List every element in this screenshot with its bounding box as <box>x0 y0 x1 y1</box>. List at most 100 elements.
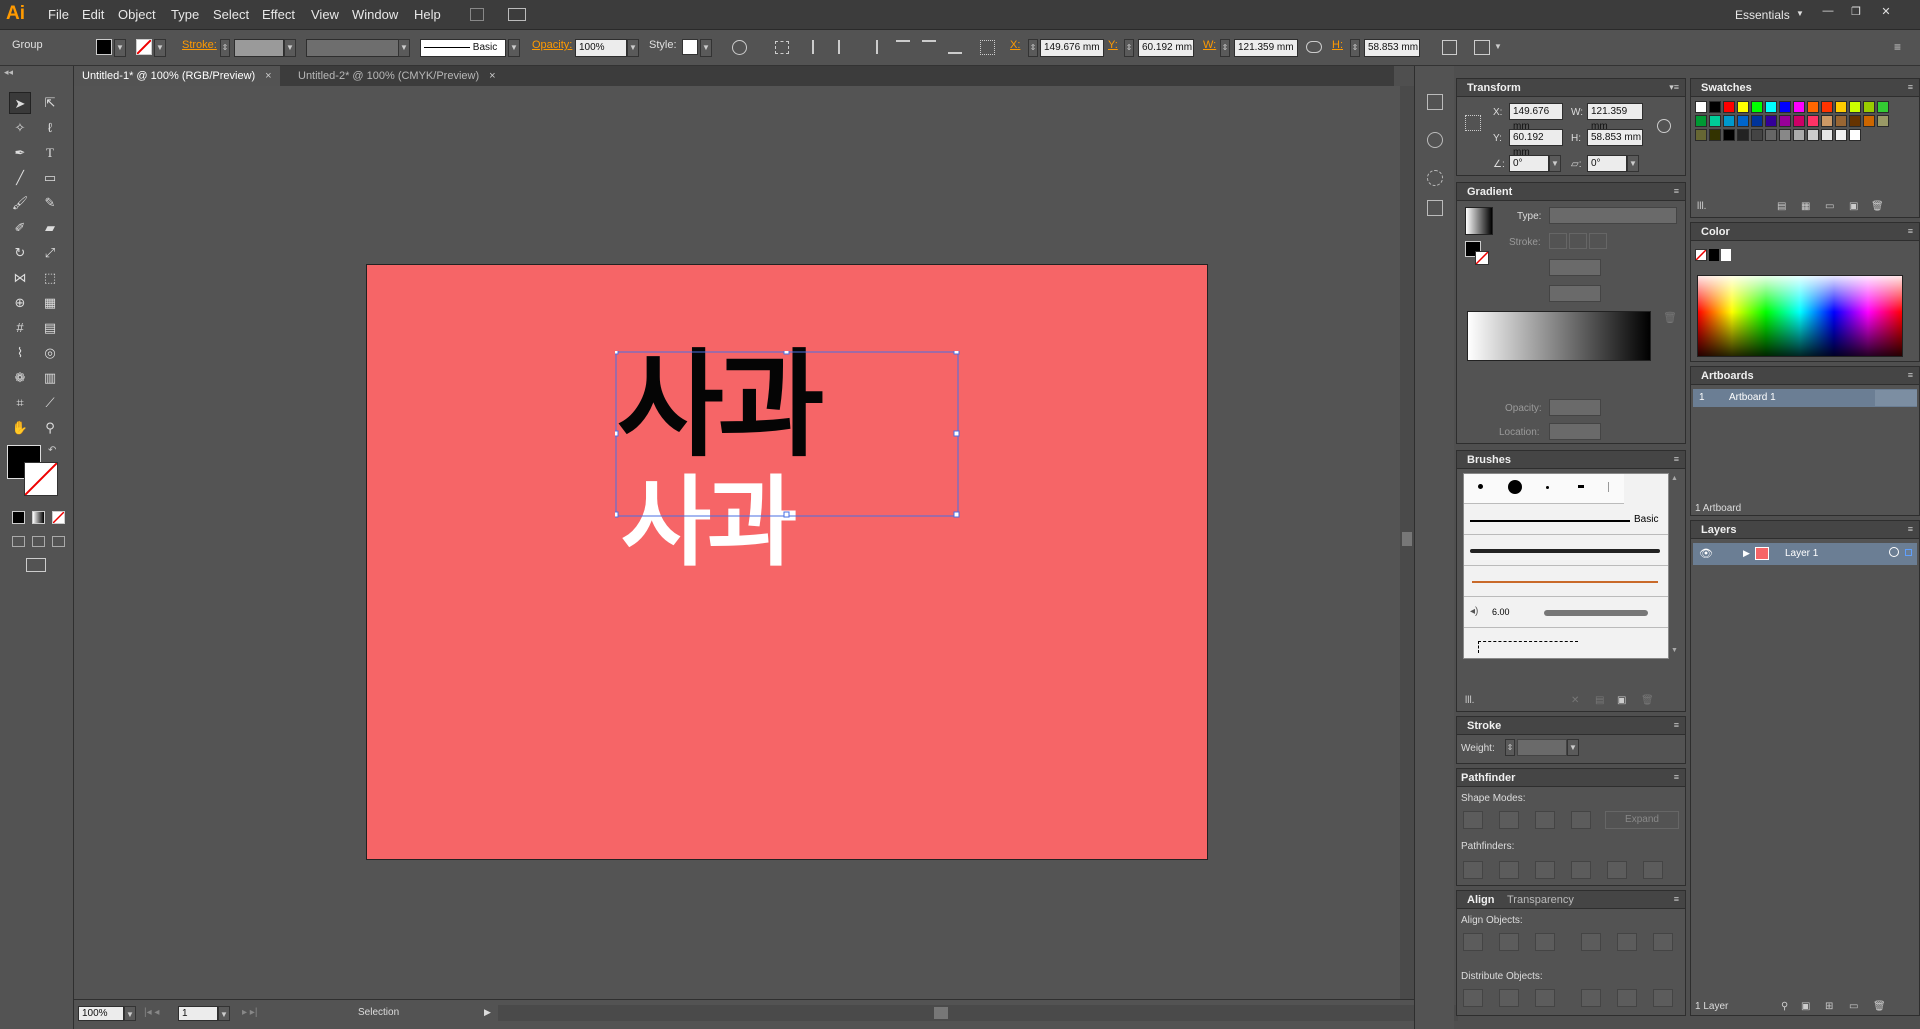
graphic-styles-icon[interactable] <box>1427 200 1443 216</box>
blob-brush-tool-icon[interactable]: ✐ <box>9 217 31 239</box>
navigator-icon[interactable] <box>1427 94 1443 110</box>
horizontal-align-center-icon[interactable] <box>1499 933 1519 951</box>
zoom-field[interactable]: 100% <box>78 1006 124 1021</box>
intersect-icon[interactable] <box>1535 811 1555 829</box>
color-swatch[interactable] <box>1835 101 1847 113</box>
vertical-align-center-icon[interactable] <box>1617 933 1637 951</box>
charcoal-brush-row[interactable] <box>1464 536 1668 566</box>
brush-dropdown[interactable]: ▼ <box>508 39 520 57</box>
line-tool-icon[interactable]: ╱ <box>9 167 31 189</box>
color-swatch[interactable] <box>1695 101 1707 113</box>
swatch-options-icon[interactable]: ▦ <box>1801 201 1810 212</box>
h-label[interactable]: H: <box>1332 39 1343 51</box>
fill-dropdown[interactable]: ▼ <box>114 39 126 57</box>
color-swatch[interactable] <box>1779 129 1791 141</box>
tab-untitled-2[interactable]: Untitled-2* @ 100% (CMYK/Preview) × <box>290 66 504 86</box>
transform-x-field[interactable]: 149.676 mm <box>1509 103 1563 132</box>
panel-menu-icon[interactable]: ≡ <box>1908 370 1913 380</box>
gradient-angle-field[interactable] <box>1549 259 1601 276</box>
stroke-across-icon[interactable] <box>1589 233 1607 249</box>
color-swatch[interactable] <box>1863 115 1875 127</box>
horizontal-scrollbar[interactable] <box>498 1005 1458 1021</box>
color-swatch[interactable] <box>1737 101 1749 113</box>
artboard-dropdown[interactable]: ▼ <box>218 1006 230 1021</box>
delete-layer-icon[interactable]: 🗑 <box>1873 1001 1886 1012</box>
close-icon[interactable]: × <box>489 70 495 82</box>
color-swatch[interactable] <box>1695 129 1707 141</box>
color-swatch[interactable] <box>1709 129 1721 141</box>
stroke-within-icon[interactable] <box>1549 233 1567 249</box>
distribute-center-icon[interactable] <box>1499 989 1519 1007</box>
color-swatch[interactable] <box>1849 115 1861 127</box>
constrain-proportions-icon[interactable] <box>1306 41 1322 53</box>
divide-icon[interactable] <box>1463 861 1483 879</box>
horizontal-align-left-icon[interactable] <box>1463 933 1483 951</box>
align-center-icon[interactable] <box>838 40 852 54</box>
target-icon[interactable] <box>1889 547 1899 557</box>
close-icon[interactable]: ✕ <box>1878 5 1894 19</box>
stroke-swatch[interactable] <box>136 39 152 55</box>
opacity-dropdown[interactable]: ▼ <box>627 39 639 57</box>
transform-w-field[interactable]: 121.359 mm <box>1587 103 1643 132</box>
remove-brush-stroke-icon[interactable]: ✕ <box>1571 695 1579 706</box>
color-swatch[interactable] <box>1695 115 1707 127</box>
zoom-tool-icon[interactable]: ⚲ <box>39 417 61 439</box>
gradient-tool-icon[interactable]: ▤ <box>39 317 61 339</box>
rotate-dropdown[interactable]: ▼ <box>1549 155 1561 172</box>
x-stepper[interactable]: ⇕ <box>1028 39 1038 57</box>
minimize-icon[interactable]: — <box>1820 5 1836 19</box>
color-mode-icon[interactable] <box>12 511 25 524</box>
color-swatch[interactable] <box>1849 101 1861 113</box>
artboard-row[interactable]: 1 Artboard 1 <box>1693 389 1917 407</box>
brush-dot-small[interactable] <box>1478 484 1483 489</box>
brush-options-icon[interactable]: ▤ <box>1595 695 1604 706</box>
opacity-field[interactable]: 100% <box>575 39 627 57</box>
color-swatch[interactable] <box>1877 115 1889 127</box>
color-swatch[interactable] <box>1737 115 1749 127</box>
panel-menu-icon[interactable]: ▾≡ <box>1669 82 1679 93</box>
pattern-brush-row[interactable] <box>1464 629 1668 659</box>
trim-icon[interactable] <box>1499 861 1519 879</box>
artboard-number-field[interactable]: 1 <box>178 1006 218 1021</box>
delete-brush-icon[interactable]: 🗑 <box>1641 695 1654 706</box>
slice-tool-icon[interactable]: ⟋ <box>39 392 61 414</box>
artboard-name[interactable]: Artboard 1 <box>1729 392 1776 403</box>
h-stepper[interactable]: ⇕ <box>1350 39 1360 57</box>
color-none-swatch[interactable] <box>1695 249 1707 261</box>
panel-menu-icon[interactable]: ≡ <box>1908 82 1913 92</box>
artboard-tool-icon[interactable]: ⌗ <box>9 392 31 414</box>
stroke-weight-field[interactable] <box>1517 739 1567 756</box>
swap-fill-stroke-icon[interactable]: ↶ <box>48 445 56 456</box>
color-swatch[interactable] <box>1779 101 1791 113</box>
rotate-field[interactable]: 0° <box>1509 155 1549 172</box>
perspective-grid-tool-icon[interactable]: ▦ <box>39 292 61 314</box>
minus-back-icon[interactable] <box>1643 861 1663 879</box>
tab-align[interactable]: Align <box>1467 894 1495 906</box>
symbols-icon[interactable] <box>1427 132 1443 148</box>
basic-brush-row[interactable]: Basic <box>1464 505 1668 535</box>
gradient-type-select[interactable] <box>1549 207 1677 224</box>
reference-point-icon[interactable] <box>980 40 995 55</box>
gradient-mode-icon[interactable] <box>32 511 45 524</box>
tab-transparency[interactable]: Transparency <box>1507 894 1574 906</box>
vertical-scrollbar[interactable] <box>1400 86 1414 999</box>
rotate-tool-icon[interactable]: ↻ <box>9 242 31 264</box>
color-swatch[interactable] <box>1807 115 1819 127</box>
control-panel-menu-icon[interactable]: ≡ <box>1894 40 1901 54</box>
opacity-label[interactable]: Opacity: <box>532 39 572 51</box>
gradient-thumbnail[interactable] <box>1465 207 1493 235</box>
color-swatch[interactable] <box>1821 115 1833 127</box>
distribute-top-icon[interactable] <box>1463 989 1483 1007</box>
exclude-icon[interactable] <box>1571 811 1591 829</box>
collapse-icon[interactable]: ◂◂ <box>4 67 13 78</box>
free-transform-tool-icon[interactable]: ⬚ <box>39 267 61 289</box>
direct-selection-tool-icon[interactable]: ⇱ <box>39 92 61 114</box>
color-swatch[interactable] <box>1779 115 1791 127</box>
color-swatch[interactable] <box>1709 101 1721 113</box>
color-swatch[interactable] <box>1793 101 1805 113</box>
shape-builder-tool-icon[interactable]: ⊕ <box>9 292 31 314</box>
pen-tool-icon[interactable]: ✒ <box>9 142 31 164</box>
distribute-bottom-icon[interactable] <box>1535 989 1555 1007</box>
eyedropper-tool-icon[interactable]: ⌇ <box>9 342 31 364</box>
menu-edit[interactable]: Edit <box>82 7 104 22</box>
